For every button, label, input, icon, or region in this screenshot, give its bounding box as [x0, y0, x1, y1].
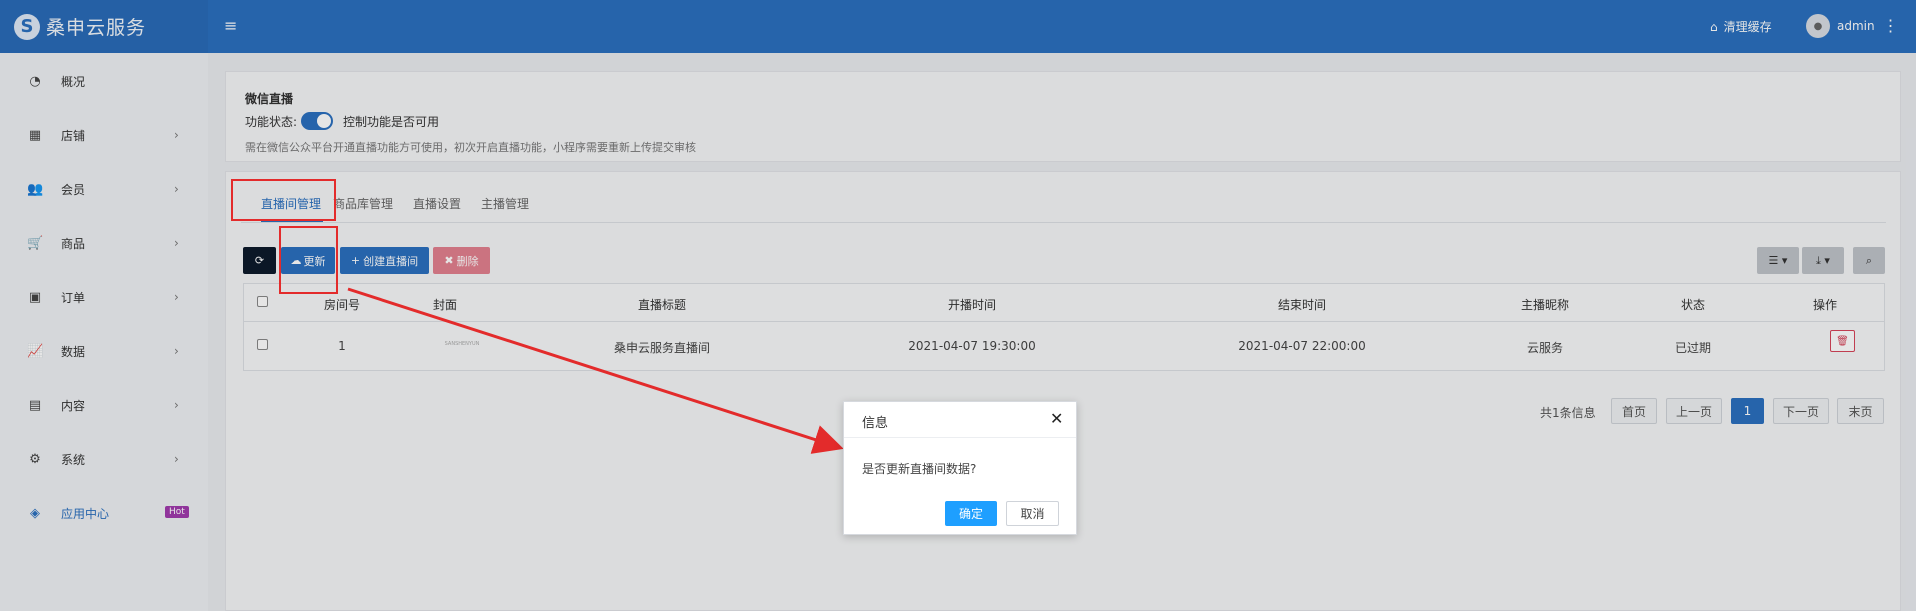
- dialog-message: 是否更新直播间数据?: [862, 462, 977, 476]
- annotation-box-update: [279, 226, 338, 294]
- cancel-button[interactable]: 取消: [1006, 501, 1059, 526]
- dialog-title: 信息: [862, 416, 889, 431]
- confirm-button[interactable]: 确定: [945, 501, 997, 526]
- confirm-dialog: 信息 ✕ 是否更新直播间数据? 确定 取消: [843, 401, 1077, 535]
- annotation-box-tab: [231, 179, 336, 221]
- close-icon[interactable]: ✕: [1050, 409, 1063, 428]
- dialog-header: 信息 ✕: [844, 402, 1076, 438]
